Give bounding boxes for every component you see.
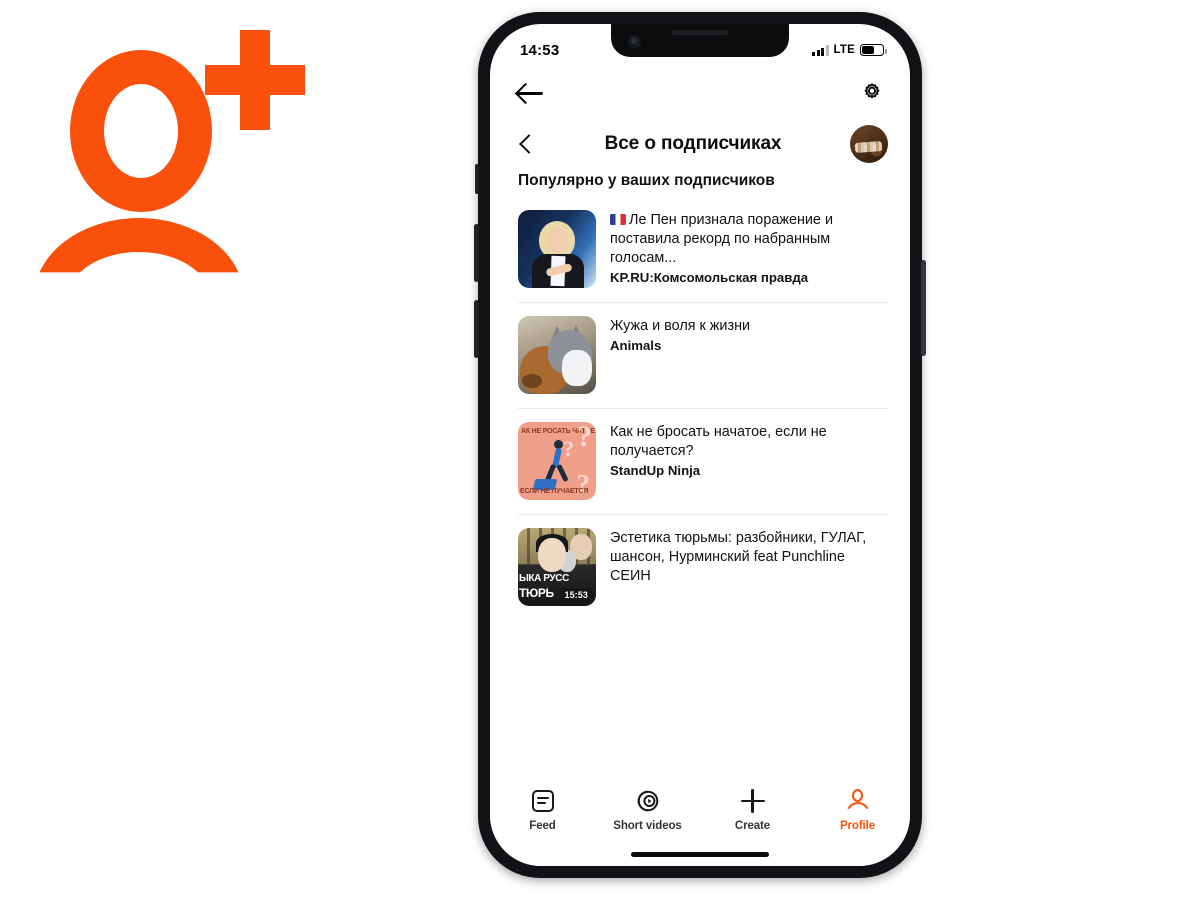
list-item-source: KP.RU:Комсомольская правда bbox=[610, 270, 809, 285]
ok-plus-logo bbox=[28, 22, 328, 282]
list-item-title: Ле Пен признала поражение и поставила ре… bbox=[610, 211, 888, 268]
tab-create[interactable]: Create bbox=[700, 788, 805, 832]
tab-profile-label: Profile bbox=[839, 820, 876, 832]
french-flag-icon bbox=[610, 214, 626, 225]
tab-short-videos-label: Short videos bbox=[613, 820, 682, 832]
gear-icon[interactable] bbox=[860, 81, 884, 105]
profile-person-icon bbox=[846, 788, 870, 814]
home-indicator[interactable] bbox=[631, 852, 769, 857]
phone-device-frame: 14:53 LTE Все о подписчиках Популярно у … bbox=[474, 12, 926, 878]
person-illustration bbox=[544, 440, 576, 483]
thumb-caption-top: ЫКА РУСС bbox=[519, 573, 569, 584]
list-item-title: Жужа и воля к жизни bbox=[610, 318, 751, 334]
battery-fill bbox=[862, 46, 875, 54]
volume-up-button[interactable] bbox=[474, 224, 479, 282]
tab-feed[interactable]: Feed bbox=[490, 788, 595, 832]
list-item-title-text: Ле Пен признала поражение и поставила ре… bbox=[610, 212, 833, 266]
thumb-caption-bottom: ТЮРЬ bbox=[519, 586, 554, 600]
status-indicators: LTE bbox=[812, 36, 887, 56]
question-marks-illustration: АК НЕ РОСАТЬ ЧАТОЕ ? ? ? ЕСЛИ НЕ ЛУЧАЕТС… bbox=[518, 422, 596, 500]
cat-and-dog-photo bbox=[518, 316, 596, 394]
video-duration-badge: 15:53 bbox=[560, 588, 592, 601]
page-title: Все о подписчиках bbox=[604, 133, 782, 154]
tab-create-label: Create bbox=[734, 820, 771, 832]
thumb-caption-bottom: ЕСЛИ НЕ ЛУЧАЕТСЯ bbox=[520, 488, 589, 495]
section-header: Популярно у ваших подписчиков bbox=[518, 172, 775, 189]
tab-feed-label: Feed bbox=[529, 820, 556, 832]
app-bar bbox=[490, 68, 910, 114]
list-item-text: Ле Пен признала поражение и поставила ре… bbox=[610, 210, 888, 287]
le-pen-photo bbox=[518, 210, 596, 288]
list-item-text: Как не бросать начатое, если не получает… bbox=[610, 422, 888, 480]
feed-icon bbox=[531, 788, 554, 814]
logo-head-icon bbox=[70, 50, 212, 212]
status-bar: 14:53 LTE bbox=[490, 24, 910, 68]
list-item[interactable]: ЫКА РУСС ТЮРЬ 15:53 Эстетика тюрьмы: раз… bbox=[490, 514, 910, 620]
question-mark-icon: ? bbox=[577, 422, 592, 453]
volume-down-button[interactable] bbox=[474, 300, 479, 358]
list-item[interactable]: Ле Пен признала поражение и поставила ре… bbox=[490, 196, 910, 302]
logo-plus-icon-bar bbox=[205, 65, 305, 95]
list-item-source: StandUp Ninja bbox=[610, 463, 701, 478]
tab-short-videos[interactable]: Short videos bbox=[595, 788, 700, 832]
short-videos-icon bbox=[636, 788, 660, 814]
power-button[interactable] bbox=[921, 260, 926, 356]
battery-icon bbox=[860, 44, 887, 56]
arrow-left-icon[interactable] bbox=[518, 82, 544, 104]
list-item-title: Как не бросать начатое, если не получает… bbox=[610, 424, 827, 459]
tab-profile[interactable]: Profile bbox=[805, 788, 910, 832]
list-item-title: Эстетика тюрьмы: разбойники, ГУЛАГ, шанс… bbox=[610, 530, 867, 584]
battery-cap bbox=[884, 48, 887, 54]
logo-shoulders-icon bbox=[34, 218, 244, 273]
screenshot-canvas: 14:53 LTE Все о подписчиках Популярно у … bbox=[0, 0, 1200, 900]
silent-switch[interactable] bbox=[475, 164, 479, 194]
page-header: Все о подписчиках bbox=[490, 114, 910, 168]
signal-strength-icon bbox=[812, 44, 829, 56]
list-item-text: Эстетика тюрьмы: разбойники, ГУЛАГ, шанс… bbox=[610, 528, 888, 587]
plus-icon bbox=[740, 788, 765, 814]
feed-list: Ле Пен признала поражение и поставила ре… bbox=[490, 196, 910, 620]
prison-video-thumbnail: ЫКА РУСС ТЮРЬ 15:53 bbox=[518, 528, 596, 606]
list-item[interactable]: АК НЕ РОСАТЬ ЧАТОЕ ? ? ? ЕСЛИ НЕ ЛУЧАЕТС… bbox=[490, 408, 910, 514]
list-item-source: Animals bbox=[610, 338, 662, 353]
chevron-left-icon[interactable] bbox=[518, 133, 536, 155]
list-item-text: Жужа и воля к жизни Animals bbox=[610, 316, 888, 355]
phone-screen: 14:53 LTE Все о подписчиках Популярно у … bbox=[490, 24, 910, 866]
status-time: 14:53 bbox=[520, 41, 560, 59]
network-type-label: LTE bbox=[833, 44, 855, 56]
list-item[interactable]: Жужа и воля к жизни Animals bbox=[490, 302, 910, 408]
avatar[interactable] bbox=[850, 125, 888, 163]
